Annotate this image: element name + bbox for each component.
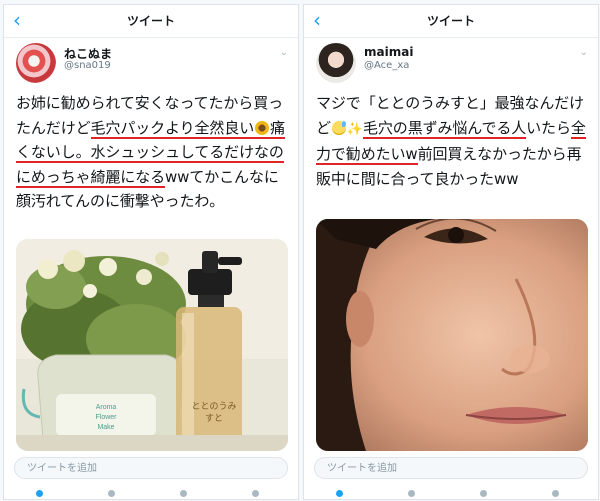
user-handle[interactable]: @Ace_xa (364, 60, 409, 71)
chevron-down-icon[interactable]: ⌄ (280, 47, 288, 58)
photo-face-closeup (316, 219, 588, 451)
tweet-text: マジで「ととのうみすと」最強なんだけど ✨毛穴の黒ずみ悩んでる人いたら全力で勧めた… (316, 91, 588, 191)
tweet-text-part: 毛穴パックより全然良い (90, 118, 255, 137)
nav-bar: ‹ ツイート (304, 5, 598, 38)
messages-tab-icon[interactable] (252, 490, 259, 497)
tab-bar (4, 486, 298, 498)
display-name[interactable]: maimai (364, 45, 413, 59)
tweet-text-underlined: 毛穴の黒ずみ悩んでる人 (363, 118, 527, 139)
messages-tab-icon[interactable] (552, 490, 559, 497)
bottle-label-2: すと (205, 413, 223, 424)
tweet-text: お姉に勧められて安くなってたから買ったんだけど毛穴パックより全然良い 痛くないし。… (16, 91, 288, 214)
photo-roses-mist-bottle: Aroma Flower Make ととのうみ すと (16, 239, 288, 451)
chevron-down-icon[interactable]: ⌄ (580, 47, 588, 58)
sweat-smile-emoji-icon (331, 120, 346, 135)
bottle-label: ととのうみ (192, 401, 237, 412)
notifications-tab-icon[interactable] (480, 490, 487, 497)
avatar[interactable] (16, 43, 56, 83)
bag-label-line3: Make (97, 424, 114, 431)
tweet-text-part: いたら (526, 118, 571, 137)
tweet-panel-left: ‹ ツイート ねこぬま @sna019 ⌄ お姉に勧められて安くなってたから買っ… (3, 4, 299, 500)
tweet-panel-right: ‹ ツイート maimai @Ace_xa ⌄ マジで「ととのうみすと」最強なん… (303, 4, 599, 500)
avatar[interactable] (316, 43, 356, 83)
nav-title: ツイート (126, 14, 175, 28)
reply-input[interactable]: ツイートを追加 (14, 457, 288, 479)
notifications-tab-icon[interactable] (180, 490, 187, 497)
nav-bar: ‹ ツイート (4, 5, 298, 38)
tab-bar (304, 486, 598, 498)
user-handle[interactable]: @sna019 (64, 60, 111, 71)
nav-title: ツイート (426, 14, 475, 28)
tweet-photo[interactable]: Aroma Flower Make ととのうみ すと (16, 239, 288, 451)
home-tab-icon[interactable] (336, 490, 343, 497)
sunflower-emoji-icon (255, 120, 270, 135)
tweet-photo[interactable] (316, 219, 588, 451)
sparkles-emoji-icon: ✨ (346, 121, 363, 137)
bag-label-line2: Flower (95, 414, 117, 421)
bag-label-line1: Aroma (96, 404, 117, 411)
search-tab-icon[interactable] (408, 490, 415, 497)
search-tab-icon[interactable] (108, 490, 115, 497)
reply-input[interactable]: ツイートを追加 (314, 457, 588, 479)
home-tab-icon[interactable] (36, 490, 43, 497)
